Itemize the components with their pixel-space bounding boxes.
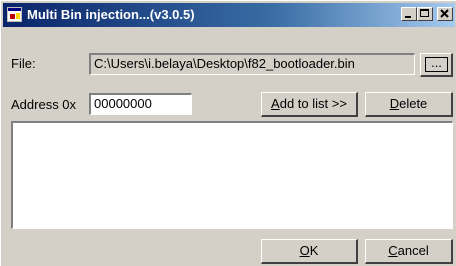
delete-button[interactable]: Delete: [365, 92, 453, 117]
bin-list[interactable]: [11, 121, 453, 229]
browse-focus-box: ...: [425, 55, 448, 72]
address-label: Address 0x: [11, 97, 77, 112]
app-icon: [7, 7, 22, 22]
dialog-window: Multi Bin injection...(v3.0.5) File: C:\…: [0, 0, 456, 266]
title-bar[interactable]: Multi Bin injection...(v3.0.5): [3, 3, 455, 27]
close-button[interactable]: [437, 7, 453, 21]
ok-label: OK: [299, 243, 319, 258]
window-title: Multi Bin injection...(v3.0.5): [27, 7, 195, 22]
minimize-icon: [405, 16, 411, 18]
browse-button-label: ...: [431, 55, 442, 70]
minimize-button[interactable]: [401, 7, 417, 21]
add-to-list-button[interactable]: Add to list >>: [261, 92, 358, 117]
close-icon: [440, 9, 449, 18]
file-label: File:: [11, 56, 36, 71]
maximize-button[interactable]: [417, 7, 433, 21]
address-input[interactable]: 00000000: [89, 93, 192, 115]
maximize-icon: [420, 9, 429, 17]
cancel-label: Cancel: [388, 243, 429, 258]
browse-button[interactable]: ...: [420, 53, 453, 77]
add-to-list-label: Add to list >>: [271, 96, 347, 111]
delete-label: Delete: [389, 96, 428, 111]
file-path-field[interactable]: C:\Users\i.belaya\Desktop\f82_bootloader…: [89, 53, 415, 75]
ok-button[interactable]: OK: [261, 239, 358, 264]
cancel-button[interactable]: Cancel: [365, 239, 453, 264]
